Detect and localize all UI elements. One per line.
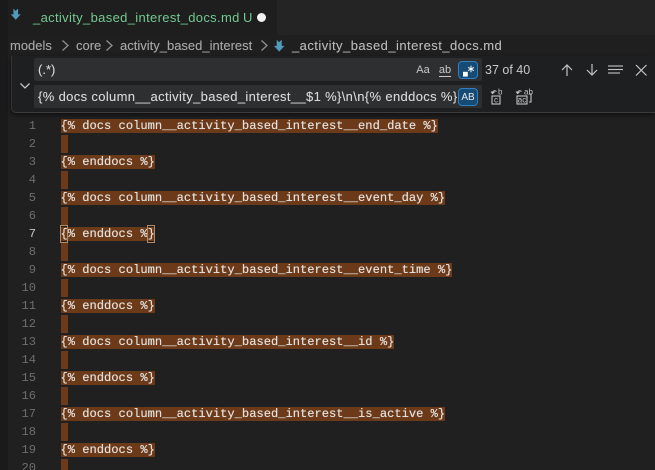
svg-text:c: c — [494, 96, 498, 105]
svg-text:b: b — [498, 88, 503, 97]
svg-text:ac: ac — [518, 96, 526, 105]
